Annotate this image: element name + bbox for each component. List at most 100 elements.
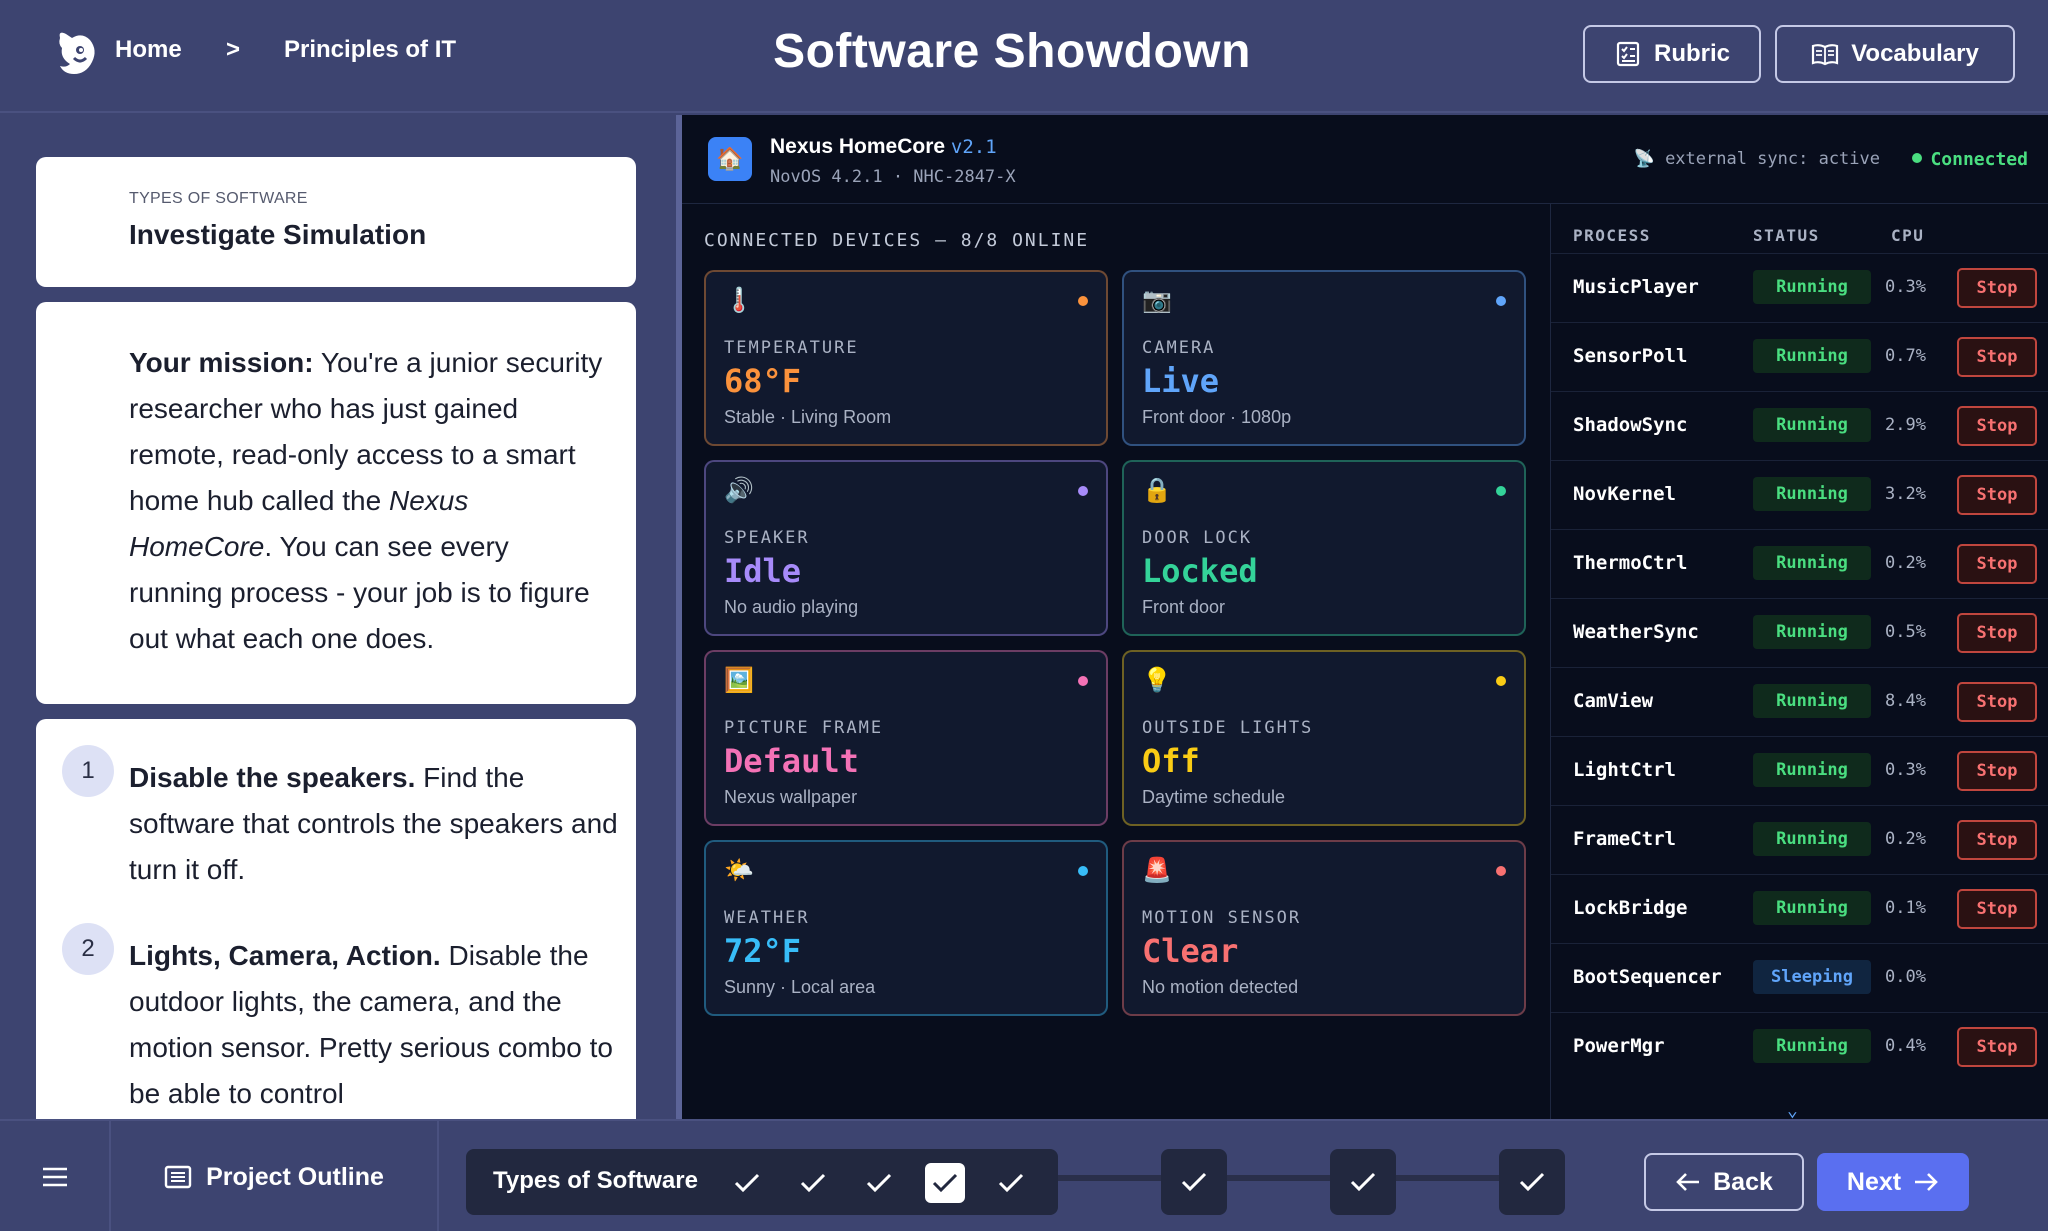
top-header: Home > Principles of IT Software Showdow… (0, 0, 2048, 113)
activity-title-card: TYPES OF SOFTWARE Investigate Simulation (36, 157, 636, 287)
arrow-left-icon (1676, 1173, 1700, 1191)
instructions-panel[interactable]: TYPES OF SOFTWARE Investigate Simulation… (0, 115, 676, 1119)
home-icon: 🏠 (708, 137, 752, 181)
back-label: Back (1713, 1167, 1773, 1196)
device-value: Idle (724, 552, 802, 590)
device-tile[interactable]: 🌡️ TEMPERATURE 68°F Stable · Living Room (704, 270, 1108, 446)
stop-process-button[interactable]: Stop (1957, 613, 2037, 653)
process-status-badge: Running (1753, 477, 1871, 511)
progress-track (1050, 1175, 1550, 1181)
step-number: 2 (62, 923, 114, 975)
connection-label: Connected (1930, 149, 2028, 170)
section-complete-check-icon[interactable] (1499, 1149, 1565, 1215)
device-detail: Front door (1142, 597, 1226, 617)
weather-icon: 🌤️ (724, 856, 754, 884)
device-value: Clear (1142, 932, 1239, 970)
stop-process-button[interactable]: Stop (1957, 475, 2037, 515)
process-cpu: 2.9% (1885, 415, 1926, 435)
section-complete-check-icon[interactable] (1161, 1149, 1227, 1215)
book-icon (1812, 44, 1839, 66)
device-tile[interactable]: 🌤️ WEATHER 72°F Sunny · Local area (704, 840, 1108, 1016)
process-row: CamView Running 8.4% Stop (1551, 667, 2048, 736)
stop-process-button[interactable]: Stop (1957, 268, 2037, 308)
simulation-panel: 🏠 Nexus HomeCore v2.1 NovOS 4.2.1 · NHC-… (682, 115, 2048, 1119)
device-detail: No audio playing (724, 597, 859, 617)
mission-card: Your mission: You're a junior security r… (36, 302, 636, 704)
process-row: BootSequencer Sleeping 0.0% (1551, 943, 2048, 1012)
stop-process-button[interactable]: Stop (1957, 820, 2037, 860)
stop-process-button[interactable]: Stop (1957, 1027, 2037, 1067)
next-label: Next (1846, 1167, 1902, 1196)
process-row: LightCtrl Running 0.3% Stop (1551, 736, 2048, 805)
stop-process-button[interactable]: Stop (1957, 337, 2037, 377)
stop-process-button[interactable]: Stop (1957, 682, 2037, 722)
device-detail: Front door · 1080p (1142, 407, 1292, 427)
device-tile[interactable]: 🔒 DOOR LOCK Locked Front door (1122, 460, 1526, 636)
hamburger-icon (42, 1167, 67, 1187)
device-tile[interactable]: 🖼️ PICTURE FRAME Default Nexus wallpaper (704, 650, 1108, 826)
sync-text: external sync: active (1665, 149, 1880, 169)
lightbulb-icon: 💡 (1142, 666, 1172, 694)
device-detail: No motion detected (1142, 977, 1299, 997)
check-icon[interactable] (925, 1163, 965, 1203)
device-value: Default (724, 742, 859, 780)
device-subtitle: NovOS 4.2.1 · NHC-2847-X (770, 167, 1016, 187)
device-detail: Nexus wallpaper (724, 787, 858, 807)
checklist-icon (1616, 41, 1640, 67)
picture-frame-icon: 🖼️ (724, 666, 754, 694)
activity-title: Investigate Simulation (129, 219, 427, 250)
device-tile[interactable]: 💡 OUTSIDE LIGHTS Off Daytime schedule (1122, 650, 1526, 826)
process-name: WeatherSync (1573, 621, 1699, 643)
bottom-nav: Project Outline Types of Software Back N… (0, 1119, 2048, 1231)
device-label: SPEAKER (724, 528, 810, 548)
vocabulary-label: Vocabulary (1851, 40, 1979, 67)
devices-header: CONNECTED DEVICES — 8/8 ONLINE (704, 230, 1090, 251)
rubric-label: Rubric (1653, 40, 1730, 67)
next-button[interactable]: Next (1817, 1153, 1969, 1211)
device-detail: Daytime schedule (1142, 787, 1286, 807)
process-name: LightCtrl (1573, 759, 1676, 781)
process-row: WeatherSync Running 0.5% Stop (1551, 598, 2048, 667)
check-icon[interactable] (859, 1163, 899, 1203)
device-detail: Sunny · Local area (724, 977, 876, 997)
stop-process-button[interactable]: Stop (1957, 751, 2037, 791)
back-button[interactable]: Back (1644, 1153, 1804, 1211)
thermometer-icon: 🌡️ (724, 286, 754, 314)
menu-button[interactable] (0, 1121, 111, 1231)
stop-process-button[interactable]: Stop (1957, 406, 2037, 446)
device-tile[interactable]: 🚨 MOTION SENSOR Clear No motion detected (1122, 840, 1526, 1016)
device-label: CAMERA (1142, 338, 1216, 358)
status-dot-icon (1496, 866, 1506, 876)
step-text: Lights, Camera, Action. Disable the outd… (129, 933, 619, 1117)
step-title: Lights, Camera, Action. (129, 940, 441, 971)
section-complete-check-icon[interactable] (1330, 1149, 1396, 1215)
process-name: MusicPlayer (1573, 276, 1699, 298)
process-name: PowerMgr (1573, 1035, 1665, 1057)
process-row: MusicPlayer Running 0.3% Stop (1551, 253, 2048, 322)
stop-process-button[interactable]: Stop (1957, 889, 2037, 929)
project-outline-label: Project Outline (206, 1162, 384, 1191)
status-dot-icon (1496, 676, 1506, 686)
process-cpu: 0.1% (1885, 898, 1926, 918)
section-progress: Types of Software (466, 1149, 1058, 1215)
mission-text: Your mission: You're a junior security r… (129, 340, 609, 662)
check-icon[interactable] (793, 1163, 833, 1203)
process-status-badge: Running (1753, 615, 1871, 649)
process-status-badge: Running (1753, 822, 1871, 856)
vocabulary-button[interactable]: Vocabulary (1775, 25, 2015, 83)
device-tile[interactable]: 📷 CAMERA Live Front door · 1080p (1122, 270, 1526, 446)
process-name: BootSequencer (1573, 966, 1722, 988)
device-value: Live (1142, 362, 1220, 400)
rubric-button[interactable]: Rubric (1583, 25, 1761, 83)
process-status-badge: Running (1753, 684, 1871, 718)
project-outline-button[interactable]: Project Outline (111, 1121, 439, 1231)
stop-process-button[interactable]: Stop (1957, 544, 2037, 584)
scroll-down-icon[interactable]: ⌄ (1787, 1100, 1798, 1119)
device-tile[interactable]: 🔊 SPEAKER Idle No audio playing (704, 460, 1108, 636)
step-text: Disable the speakers. Find the software … (129, 755, 619, 893)
check-icon[interactable] (727, 1163, 767, 1203)
check-icon[interactable] (991, 1163, 1031, 1203)
process-cpu: 0.7% (1885, 346, 1926, 366)
process-list[interactable]: PROCESS STATUS CPU MusicPlayer Running 0.3… (1550, 204, 2048, 1119)
process-row: LockBridge Running 0.1% Stop (1551, 874, 2048, 943)
